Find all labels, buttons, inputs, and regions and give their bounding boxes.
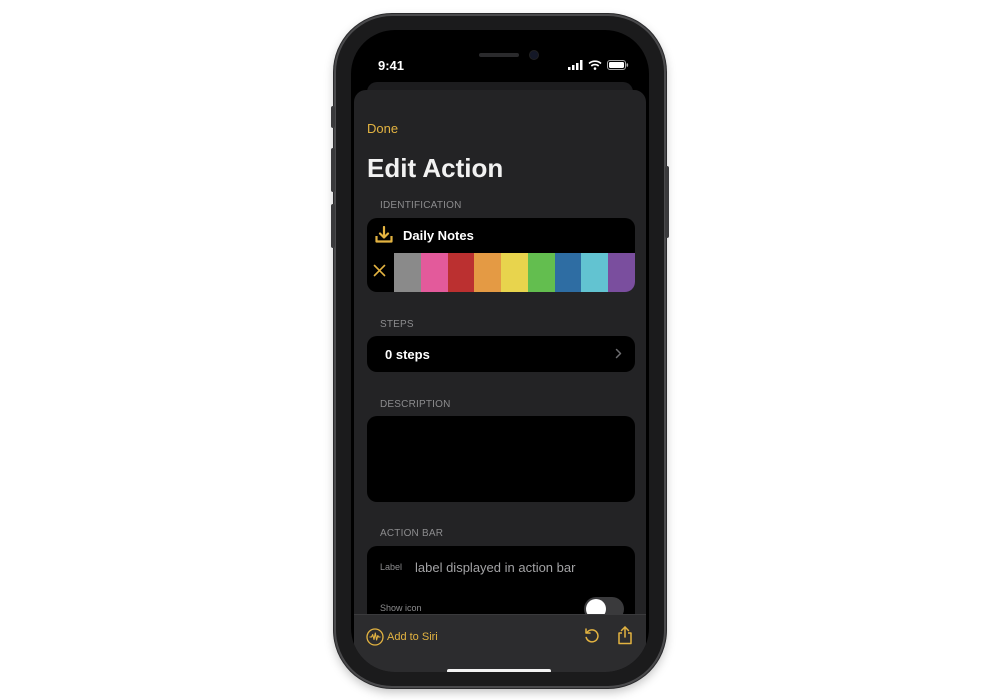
status-bar: 9:41 xyxy=(351,30,649,74)
label-field-label: Label xyxy=(380,562,403,572)
description-field[interactable] xyxy=(367,416,635,502)
section-label-description: DESCRIPTION xyxy=(380,399,451,410)
label-input[interactable] xyxy=(415,558,625,576)
add-to-siri-button[interactable]: Add to Siri xyxy=(366,628,438,646)
add-to-siri-label: Add to Siri xyxy=(387,631,438,643)
color-palette xyxy=(394,253,635,292)
color-swatch-pink[interactable] xyxy=(420,253,448,292)
action-name-row[interactable]: Daily Notes xyxy=(367,218,635,252)
section-label-identification: IDENTIFICATION xyxy=(380,200,462,211)
done-button[interactable]: Done xyxy=(367,121,398,136)
bottom-toolbar: Add to Siri xyxy=(354,614,646,672)
color-swatch-gray[interactable] xyxy=(394,253,421,292)
undo-icon[interactable] xyxy=(583,627,601,645)
edit-action-sheet: Done Edit Action IDENTIFICATION Daily No… xyxy=(354,90,646,672)
download-tray-icon xyxy=(375,226,393,243)
cellular-signal-icon xyxy=(568,60,583,70)
side-button xyxy=(665,166,669,238)
home-indicator xyxy=(447,669,551,672)
identification-group: Daily Notes xyxy=(367,218,635,292)
show-icon-label: Show icon xyxy=(380,603,422,613)
color-swatch-yellow[interactable] xyxy=(501,253,528,292)
steps-row[interactable]: 0 steps xyxy=(367,336,635,372)
screen: 9:41 Done Edit Action IDENTIFICATION Dai… xyxy=(351,30,649,672)
front-camera xyxy=(530,51,538,59)
status-time: 9:41 xyxy=(378,58,405,73)
action-name[interactable]: Daily Notes xyxy=(403,228,474,243)
volume-down-button xyxy=(331,204,335,248)
steps-count: 0 steps xyxy=(385,347,430,362)
battery-icon xyxy=(607,60,629,70)
volume-up-button xyxy=(331,148,335,192)
close-icon[interactable] xyxy=(373,264,386,277)
siri-waveform-icon xyxy=(366,628,384,646)
status-icons xyxy=(568,60,629,70)
silent-switch xyxy=(331,106,335,128)
share-icon[interactable] xyxy=(616,625,634,645)
earpiece-speaker xyxy=(479,53,519,57)
wifi-icon xyxy=(588,60,602,70)
section-label-steps: STEPS xyxy=(380,319,414,330)
color-swatch-teal[interactable] xyxy=(581,253,609,292)
page-title: Edit Action xyxy=(367,153,504,183)
color-swatch-orange[interactable] xyxy=(474,253,502,292)
chevron-right-icon xyxy=(615,348,622,359)
color-swatch-green[interactable] xyxy=(527,253,555,292)
phone-frame: 9:41 Done Edit Action IDENTIFICATION Dai… xyxy=(331,14,669,688)
section-label-action-bar: ACTION BAR xyxy=(380,528,444,539)
color-swatch-red[interactable] xyxy=(447,253,475,292)
color-swatch-purple[interactable] xyxy=(608,253,635,292)
color-swatch-blue[interactable] xyxy=(554,253,582,292)
